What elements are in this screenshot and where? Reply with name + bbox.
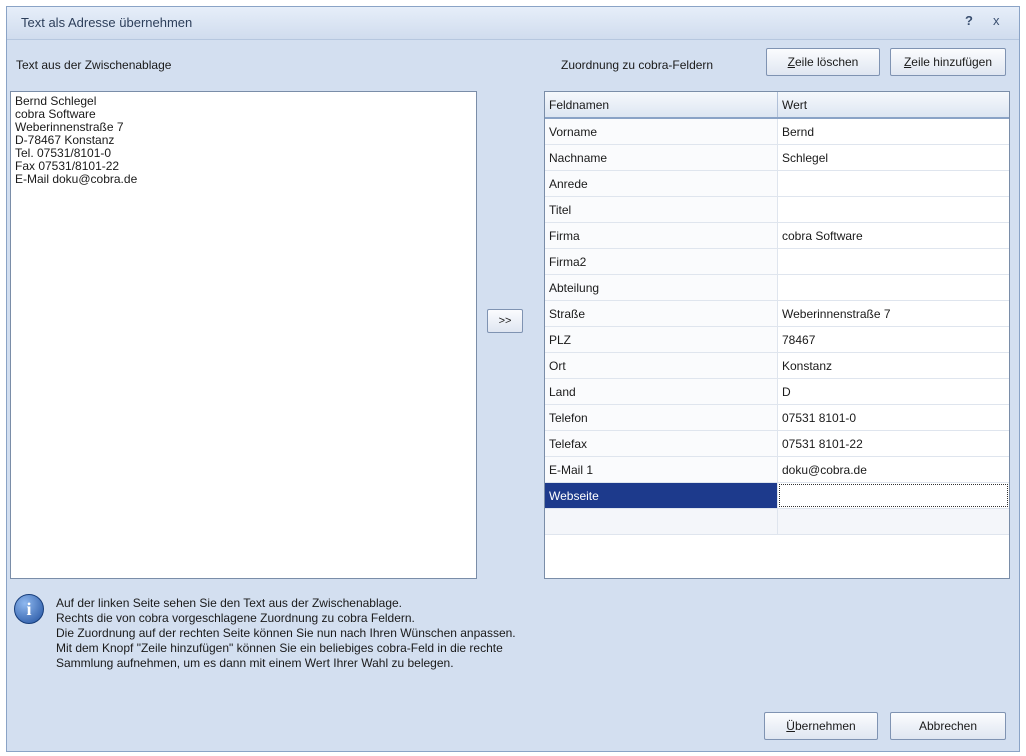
empty-cell[interactable]: [778, 509, 1009, 534]
delete-row-button[interactable]: Zeile löschen: [766, 48, 880, 76]
value-cell[interactable]: 07531 8101-22: [778, 431, 1009, 456]
table-row[interactable]: Land D: [545, 379, 1009, 405]
value-cell[interactable]: [778, 249, 1009, 274]
transfer-button[interactable]: >>: [487, 309, 523, 333]
info-line: Die Zuordnung auf der rechten Seite könn…: [56, 626, 516, 640]
field-name-cell[interactable]: Telefon: [545, 405, 778, 430]
table-row[interactable]: Webseite: [545, 483, 1009, 509]
table-row[interactable]: Vorname Bernd: [545, 119, 1009, 145]
value-cell[interactable]: 78467: [778, 327, 1009, 352]
info-line: Sammlung aufnehmen, um es dann mit einem…: [56, 656, 454, 670]
table-row[interactable]: Firma cobra Software: [545, 223, 1009, 249]
field-name-cell[interactable]: E-Mail 1: [545, 457, 778, 482]
close-icon[interactable]: x: [993, 13, 1000, 28]
clipboard-label: Text aus der Zwischenablage: [16, 58, 172, 72]
field-name-cell[interactable]: Telefax: [545, 431, 778, 456]
clipboard-line: E-Mail doku@cobra.de: [15, 172, 138, 186]
table-row[interactable]: PLZ 78467: [545, 327, 1009, 353]
empty-cell[interactable]: [545, 509, 778, 534]
cancel-button[interactable]: Abbrechen: [890, 712, 1006, 740]
value-cell[interactable]: [778, 483, 1009, 508]
header-value[interactable]: Wert: [778, 92, 1009, 117]
field-mapping-grid[interactable]: Feldnamen Wert Vorname Bernd Nachname Schle…: [544, 91, 1010, 579]
table-row[interactable]: Titel: [545, 197, 1009, 223]
new-row-placeholder[interactable]: [545, 509, 1009, 535]
ok-button[interactable]: Übernehmen: [764, 712, 878, 740]
value-cell[interactable]: [778, 171, 1009, 196]
table-row[interactable]: Anrede: [545, 171, 1009, 197]
value-cell[interactable]: Bernd: [778, 119, 1009, 144]
table-row[interactable]: Nachname Schlegel: [545, 145, 1009, 171]
info-icon: i: [14, 594, 44, 624]
window-title: Text als Adresse übernehmen: [21, 15, 193, 30]
table-row[interactable]: Ort Konstanz: [545, 353, 1009, 379]
table-row[interactable]: E-Mail 1 doku@cobra.de: [545, 457, 1009, 483]
help-icon[interactable]: ?: [965, 13, 973, 28]
field-name-cell[interactable]: Anrede: [545, 171, 778, 196]
table-row[interactable]: Abteilung: [545, 275, 1009, 301]
field-name-cell[interactable]: Nachname: [545, 145, 778, 170]
value-cell[interactable]: Weberinnenstraße 7: [778, 301, 1009, 326]
field-name-cell[interactable]: PLZ: [545, 327, 778, 352]
field-name-cell[interactable]: Straße: [545, 301, 778, 326]
field-name-cell[interactable]: Ort: [545, 353, 778, 378]
value-cell[interactable]: Konstanz: [778, 353, 1009, 378]
table-row[interactable]: Straße Weberinnenstraße 7: [545, 301, 1009, 327]
clipboard-text-area[interactable]: Bernd Schlegel cobra Software Weberinnenst…: [10, 91, 477, 579]
info-text: Auf der linken Seite sehen Sie den Text …: [56, 596, 656, 671]
table-row[interactable]: Telefon 07531 8101-0: [545, 405, 1009, 431]
grid-body: Vorname Bernd Nachname Schlegel Anrede Titel F…: [545, 119, 1009, 535]
field-name-cell[interactable]: Webseite: [545, 483, 778, 508]
title-bar: Text als Adresse übernehmen ? x: [7, 7, 1019, 40]
field-name-cell[interactable]: Land: [545, 379, 778, 404]
table-row[interactable]: Firma2: [545, 249, 1009, 275]
value-cell[interactable]: cobra Software: [778, 223, 1009, 248]
value-cell[interactable]: [778, 197, 1009, 222]
field-name-cell[interactable]: Abteilung: [545, 275, 778, 300]
value-cell[interactable]: [778, 275, 1009, 300]
value-cell[interactable]: 07531 8101-0: [778, 405, 1009, 430]
header-field-name[interactable]: Feldnamen: [545, 92, 778, 117]
value-cell[interactable]: doku@cobra.de: [778, 457, 1009, 482]
info-line: Auf der linken Seite sehen Sie den Text …: [56, 596, 402, 610]
info-line: Mit dem Knopf "Zeile hinzufügen" können …: [56, 641, 503, 655]
field-name-cell[interactable]: Vorname: [545, 119, 778, 144]
table-row[interactable]: Telefax 07531 8101-22: [545, 431, 1009, 457]
add-row-button[interactable]: Zeile hinzufügen: [890, 48, 1006, 76]
mapping-label: Zuordnung zu cobra-Feldern: [561, 58, 714, 72]
value-cell[interactable]: Schlegel: [778, 145, 1009, 170]
grid-header: Feldnamen Wert: [545, 92, 1009, 119]
field-name-cell[interactable]: Firma2: [545, 249, 778, 274]
info-line: Rechts die von cobra vorgeschlagene Zuor…: [56, 611, 415, 625]
field-name-cell[interactable]: Titel: [545, 197, 778, 222]
value-cell[interactable]: D: [778, 379, 1009, 404]
field-name-cell[interactable]: Firma: [545, 223, 778, 248]
